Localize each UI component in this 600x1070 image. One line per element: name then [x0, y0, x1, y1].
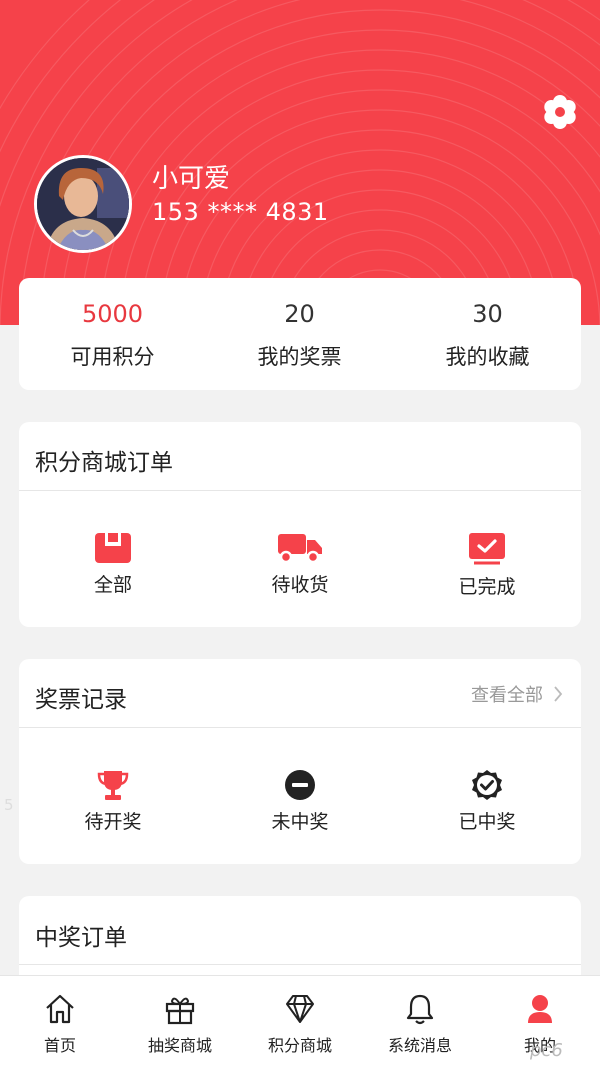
- user-icon: [528, 995, 552, 1023]
- stat-value: 30: [472, 300, 503, 328]
- tab-label: 积分商城: [267, 1036, 332, 1055]
- check-box-icon: [469, 533, 505, 565]
- view-all-link[interactable]: 查看全部: [471, 681, 563, 707]
- tab-label: 系统消息: [387, 1036, 452, 1055]
- chevron-right-icon: [554, 686, 563, 702]
- section-title: 积分商城订单: [35, 450, 173, 476]
- minus-circle-icon: [285, 770, 315, 800]
- item-label: 已中奖: [458, 811, 516, 833]
- stat-label: 我的收藏: [445, 345, 530, 369]
- bell-icon: [406, 994, 434, 1025]
- gift-icon: [165, 997, 195, 1025]
- tab-system-messages[interactable]: 系统消息: [360, 976, 480, 1070]
- section-title: 中奖订单: [35, 925, 127, 951]
- ticket-not-won[interactable]: 未中奖: [230, 769, 370, 834]
- ticket-records-card: 奖票记录 查看全部 待开奖 未中奖 已中奖: [19, 659, 581, 864]
- stat-tickets[interactable]: 20 我的奖票: [206, 278, 393, 390]
- item-label: 全部: [93, 574, 132, 596]
- item-label: 待开奖: [84, 811, 142, 833]
- tab-points-mall[interactable]: 积分商城: [240, 976, 360, 1070]
- home-icon: [46, 994, 74, 1024]
- trophy-icon: [97, 771, 129, 800]
- divider: [19, 490, 581, 491]
- divider: [19, 964, 581, 965]
- stat-points[interactable]: 5000 可用积分: [19, 278, 206, 390]
- item-label: 未中奖: [271, 811, 329, 833]
- box-icon: [95, 533, 131, 563]
- points-orders-card: 积分商城订单 全部 待收货 已完成: [19, 422, 581, 627]
- profile-header: 小可爱 153 **** 4831: [0, 0, 600, 325]
- stat-label: 我的奖票: [257, 345, 342, 369]
- ticket-pending-draw[interactable]: 待开奖: [43, 769, 183, 834]
- phone-number: 153 **** 4831: [152, 198, 329, 226]
- avatar[interactable]: [34, 155, 132, 253]
- stat-favorites[interactable]: 30 我的收藏: [394, 278, 581, 390]
- username: 小可爱: [152, 164, 231, 194]
- bottom-tab-bar: 首页 抽奖商城 积分商城 系统消息 我的: [0, 975, 600, 1070]
- watermark: pc6: [530, 1040, 563, 1061]
- verified-badge-icon: [472, 770, 502, 800]
- tab-home[interactable]: 首页: [0, 976, 120, 1070]
- tab-label: 首页: [43, 1036, 76, 1055]
- stat-value: 5000: [81, 300, 144, 328]
- order-completed[interactable]: 已完成: [417, 532, 557, 599]
- section-title: 奖票记录: [35, 687, 127, 713]
- edge-mark: 5: [4, 796, 14, 814]
- view-all-label: 查看全部: [471, 685, 543, 706]
- truck-icon: [278, 534, 322, 564]
- stats-card: 5000 可用积分 20 我的奖票 30 我的收藏: [19, 278, 581, 390]
- order-all[interactable]: 全部: [43, 532, 183, 597]
- ticket-won[interactable]: 已中奖: [417, 769, 557, 834]
- divider: [19, 727, 581, 728]
- item-label: 待收货: [271, 574, 329, 596]
- gear-icon[interactable]: [542, 94, 578, 130]
- diamond-icon: [286, 995, 314, 1023]
- stat-value: 20: [284, 300, 315, 328]
- order-pending-receipt[interactable]: 待收货: [230, 532, 370, 597]
- stat-label: 可用积分: [70, 345, 155, 369]
- tab-lottery-mall[interactable]: 抽奖商城: [120, 976, 240, 1070]
- item-label: 已完成: [458, 576, 516, 598]
- tab-label: 抽奖商城: [147, 1036, 212, 1055]
